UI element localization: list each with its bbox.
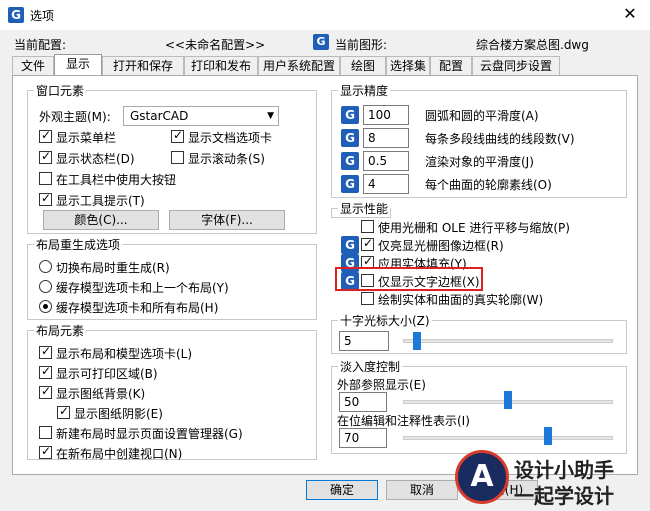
xref-fade-input[interactable]: 50 xyxy=(339,392,387,412)
tab-content: 窗口元素 外观主题(M): GstarCAD ▼ 显示菜单栏 显示文档选项卡 显… xyxy=(12,75,638,475)
checkbox-page-setup[interactable] xyxy=(39,426,52,439)
checkbox-doc-tabs-label: 显示文档选项卡 xyxy=(188,131,273,145)
arc-smoothness-label: 圆弧和圆的平滑度(A) xyxy=(425,109,539,123)
checkbox-statusbar-label: 显示状态栏(D) xyxy=(56,152,135,166)
close-icon[interactable]: ✕ xyxy=(620,4,640,23)
checkbox-large-buttons[interactable] xyxy=(39,172,52,185)
contour-lines-label: 每个曲面的轮廓素线(O) xyxy=(425,178,552,192)
checkbox-menubar[interactable] xyxy=(39,128,52,143)
highlight-box xyxy=(335,267,483,291)
radio-cache-all[interactable] xyxy=(39,300,52,313)
crosshair-slider-thumb[interactable] xyxy=(413,332,422,350)
checkbox-raster-frame-label: 仅亮显光栅图像边框(R) xyxy=(378,239,504,253)
gcad-icon: G xyxy=(341,236,359,254)
performance-title: 显示性能 xyxy=(340,202,389,216)
watermark-logo: A xyxy=(455,450,509,504)
colors-button[interactable]: 颜色(C)... xyxy=(43,210,159,230)
performance-group: 显示性能 xyxy=(331,200,392,218)
fonts-button[interactable]: 字体(F)... xyxy=(169,210,285,230)
checkbox-large-buttons-label: 在工具栏中使用大按钮 xyxy=(56,173,177,187)
watermark-line2: 一起学设计 xyxy=(514,484,614,508)
arc-smoothness-input[interactable]: 100 xyxy=(363,105,409,125)
checkbox-raster-ole-label: 使用光栅和 OLE 进行平移与缩放(P) xyxy=(378,221,570,235)
radio-cache-last-label: 缓存模型选项卡和上一个布局(Y) xyxy=(56,281,229,295)
checkbox-printable-area-label: 显示可打印区域(B) xyxy=(56,367,158,381)
xref-fade-label: 外部参照显示(E) xyxy=(337,378,426,392)
drawing-value: 综合楼方案总图.dwg xyxy=(476,38,589,52)
title-bar xyxy=(0,0,650,30)
checkbox-printable-area[interactable] xyxy=(39,364,52,379)
drawing-icon: G xyxy=(313,34,329,50)
inplace-fade-slider-track xyxy=(403,436,613,440)
crosshair-title: 十字光标大小(Z) xyxy=(340,314,430,328)
checkbox-tooltips-label: 显示工具提示(T) xyxy=(56,194,145,208)
checkbox-paper-background[interactable] xyxy=(39,384,52,399)
render-smoothness-label: 渲染对象的平滑度(J) xyxy=(425,155,534,169)
tab-file[interactable]: 文件 xyxy=(12,56,54,76)
drawing-label: 当前图形: xyxy=(335,38,388,52)
checkbox-raster-ole[interactable] xyxy=(361,220,374,233)
inplace-fade-slider-thumb[interactable] xyxy=(544,427,553,445)
xref-fade-slider-thumb[interactable] xyxy=(504,391,512,409)
checkbox-scrollbars[interactable] xyxy=(171,151,184,164)
gcad-icon: G xyxy=(341,152,359,170)
checkbox-layout-tabs[interactable] xyxy=(39,344,52,359)
window-title: 选项 xyxy=(30,9,55,23)
polyline-segments-input[interactable]: 8 xyxy=(363,128,409,148)
radio-regen-switch[interactable] xyxy=(39,260,52,273)
precision-title: 显示精度 xyxy=(340,84,389,98)
checkbox-true-silhouettes-label: 绘制实体和曲面的真实轮廓(W) xyxy=(378,293,544,307)
window-elements-title: 窗口元素 xyxy=(36,84,85,98)
radio-regen-switch-label: 切换布局时重生成(R) xyxy=(56,261,170,275)
regen-title: 布局重生成选项 xyxy=(36,238,121,252)
checkbox-statusbar[interactable] xyxy=(39,149,52,164)
checkbox-tooltips[interactable] xyxy=(39,191,52,206)
tab-user-prefs[interactable]: 用户系统配置 xyxy=(258,56,340,76)
watermark-line1: 设计小助手 xyxy=(514,458,614,482)
gcad-icon: G xyxy=(341,175,359,193)
checkbox-doc-tabs[interactable] xyxy=(171,128,184,143)
theme-value: GstarCAD xyxy=(130,109,189,123)
theme-select[interactable]: GstarCAD ▼ xyxy=(123,106,279,126)
tab-cloud-sync[interactable]: 云盘同步设置 xyxy=(472,56,560,76)
crosshair-slider-track xyxy=(403,339,613,343)
tab-drafting[interactable]: 绘图 xyxy=(340,56,386,76)
tab-open-save[interactable]: 打开和保存 xyxy=(102,56,184,76)
tab-plot-publish[interactable]: 打印和发布 xyxy=(184,56,258,76)
gcad-icon: G xyxy=(341,106,359,124)
checkbox-paper-shadow-label: 显示图纸阴影(E) xyxy=(74,407,163,421)
checkbox-paper-background-label: 显示图纸背景(K) xyxy=(56,387,146,401)
checkbox-create-viewport-label: 在新布局中创建视口(N) xyxy=(56,447,183,461)
checkbox-page-setup-label: 新建布局时显示页面设置管理器(G) xyxy=(56,427,243,441)
gcad-icon: G xyxy=(341,129,359,147)
checkbox-create-viewport[interactable] xyxy=(39,444,52,459)
checkbox-raster-frame[interactable] xyxy=(361,236,374,251)
inplace-fade-label: 在位编辑和注释性表示(I) xyxy=(337,414,470,428)
tab-profiles[interactable]: 配置 xyxy=(430,56,472,76)
checkbox-menubar-label: 显示菜单栏 xyxy=(56,131,117,145)
render-smoothness-input[interactable]: 0.5 xyxy=(363,151,409,171)
profile-label: 当前配置: xyxy=(14,38,67,52)
layout-elements-title: 布局元素 xyxy=(36,324,85,338)
contour-lines-input[interactable]: 4 xyxy=(363,174,409,194)
crosshair-input[interactable]: 5 xyxy=(339,331,389,351)
radio-cache-last[interactable] xyxy=(39,280,52,293)
profile-value: <<未命名配置>> xyxy=(165,38,266,52)
ok-button[interactable]: 确定 xyxy=(306,480,378,500)
chevron-down-icon: ▼ xyxy=(267,111,274,121)
theme-label: 外观主题(M): xyxy=(39,110,111,124)
polyline-segments-label: 每条多段线曲线的线段数(V) xyxy=(425,132,575,146)
inplace-fade-input[interactable]: 70 xyxy=(339,428,387,448)
radio-cache-all-label: 缓存模型选项卡和所有布局(H) xyxy=(56,301,219,315)
checkbox-scrollbars-label: 显示滚动条(S) xyxy=(188,152,265,166)
tab-selection[interactable]: 选择集 xyxy=(386,56,430,76)
cancel-button[interactable]: 取消 xyxy=(386,480,458,500)
tab-display[interactable]: 显示 xyxy=(54,54,102,76)
checkbox-true-silhouettes[interactable] xyxy=(361,292,374,305)
checkbox-layout-tabs-label: 显示布局和模型选项卡(L) xyxy=(56,347,193,361)
app-icon: G xyxy=(8,7,24,23)
checkbox-paper-shadow[interactable] xyxy=(57,404,70,419)
fade-title: 淡入度控制 xyxy=(340,360,401,374)
